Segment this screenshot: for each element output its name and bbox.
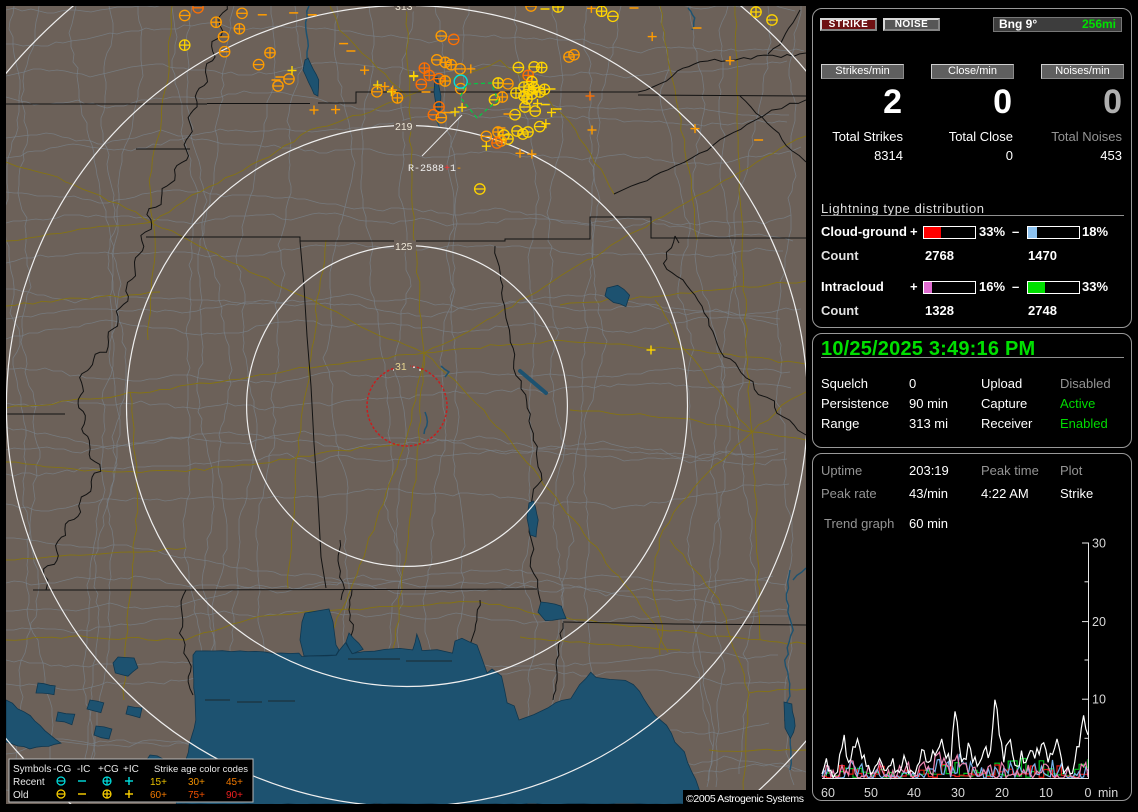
svg-text:©2005 Astrogenic Systems: ©2005 Astrogenic Systems (686, 793, 804, 804)
svg-text:30+: 30+ (188, 777, 205, 788)
svg-text:15+: 15+ (150, 777, 167, 788)
svg-text:+IC: +IC (123, 764, 139, 775)
svg-text:60+: 60+ (150, 790, 167, 801)
svg-text:31: 31 (395, 361, 407, 373)
svg-text:-IC: -IC (77, 764, 90, 775)
svg-text:Recent: Recent (13, 777, 45, 788)
svg-text:75+: 75+ (188, 790, 205, 801)
svg-text:Old: Old (13, 790, 29, 801)
svg-text:+CG: +CG (98, 764, 119, 775)
svg-text:125: 125 (395, 241, 413, 253)
svg-text:219: 219 (395, 121, 413, 133)
svg-text:313: 313 (395, 6, 413, 13)
svg-text:R-2588+1-: R-2588+1- (408, 164, 462, 175)
svg-text:45+: 45+ (226, 777, 243, 788)
svg-text:Strike age color codes: Strike age color codes (154, 764, 248, 775)
svg-text:90+: 90+ (226, 790, 243, 801)
svg-text:Symbols: Symbols (13, 764, 51, 775)
svg-text:-CG: -CG (53, 764, 72, 775)
